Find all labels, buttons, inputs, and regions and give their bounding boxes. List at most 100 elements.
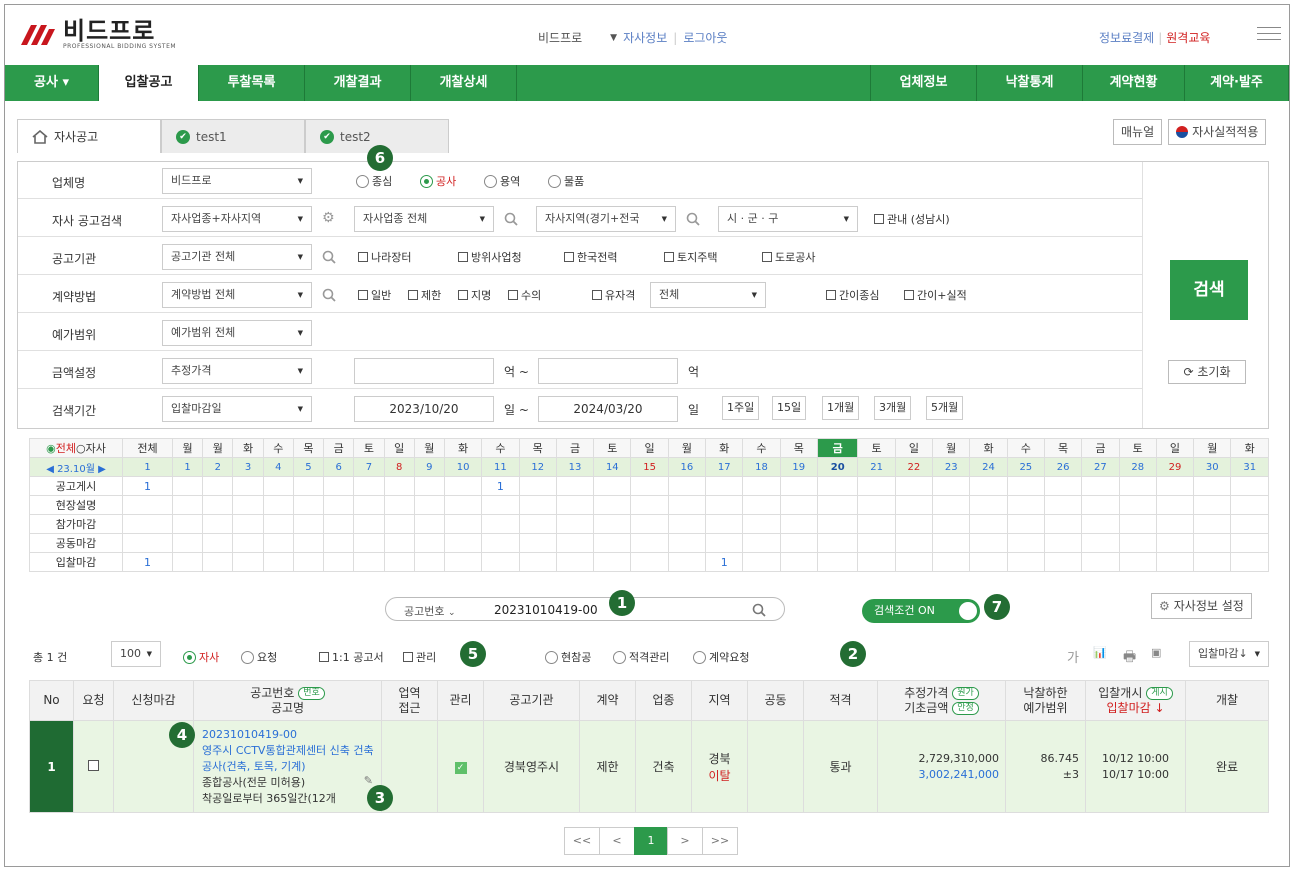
company-select[interactable]: 비드프로	[162, 168, 312, 194]
nav-contract-status[interactable]: 계약현황	[1083, 65, 1185, 101]
calendar-date-7[interactable]: 7	[353, 457, 385, 477]
checkbox-ex[interactable]: 도로공사	[762, 249, 815, 265]
calendar-cell[interactable]	[202, 533, 234, 553]
nav-open-result[interactable]: 개찰결과	[305, 65, 411, 101]
calendar-cell[interactable]	[232, 514, 264, 534]
calendar-cell[interactable]	[292, 476, 325, 496]
calendar-cell[interactable]	[1118, 476, 1157, 496]
calendar-cell[interactable]	[383, 533, 415, 553]
calendar-date-2[interactable]: 2	[202, 457, 234, 477]
quick-1month-button[interactable]: 1개월	[822, 396, 860, 420]
calendar-date-1[interactable]: 1	[171, 457, 204, 477]
calendar-cell[interactable]	[630, 514, 669, 534]
calendar-cell[interactable]	[518, 552, 557, 572]
calendar-cell[interactable]	[383, 495, 415, 515]
calendar-cell[interactable]	[262, 495, 294, 515]
calendar-cell[interactable]	[816, 514, 859, 534]
calendar-cell[interactable]	[857, 495, 896, 515]
calendar-cell[interactable]	[742, 476, 781, 496]
calendar-cell[interactable]	[518, 495, 557, 515]
calendar-date-9[interactable]: 9	[413, 457, 445, 477]
calendar-cell[interactable]	[413, 533, 445, 553]
request-checkbox[interactable]	[73, 720, 114, 813]
calendar-cell[interactable]	[292, 533, 325, 553]
last-page-button[interactable]: >>	[702, 827, 738, 855]
calendar-cell[interactable]	[262, 476, 294, 496]
radio-service[interactable]: 용역	[484, 173, 520, 189]
quick-3months-button[interactable]: 3개월	[874, 396, 912, 420]
calendar-cell[interactable]	[857, 552, 896, 572]
checkbox-simple-comprehensive[interactable]: 간이종심	[826, 287, 879, 303]
calendar-cell[interactable]	[593, 533, 632, 553]
calendar-date-14[interactable]: 14	[593, 457, 632, 477]
calendar-cell[interactable]	[1043, 476, 1083, 496]
calendar-total-count[interactable]: 1	[122, 457, 173, 477]
tab-own-notice[interactable]: 자사공고	[17, 119, 161, 153]
company-settings-button[interactable]: ⚙ 자사정보 설정	[1151, 593, 1252, 619]
checkbox-general[interactable]: 일반	[358, 287, 391, 303]
calendar-cell[interactable]	[1006, 476, 1045, 496]
calendar-date-20[interactable]: 20	[816, 457, 859, 477]
font-size-button[interactable]: 가	[1067, 647, 1079, 666]
calendar-cell[interactable]	[932, 514, 971, 534]
calendar-date-11[interactable]: 11	[481, 457, 520, 477]
notice-code-link[interactable]: 20231010419-00	[202, 727, 381, 743]
calendar-cell[interactable]	[202, 552, 234, 572]
range-select[interactable]: 예가범위 전체	[162, 320, 312, 346]
calendar-cell[interactable]	[262, 514, 294, 534]
calendar-date-10[interactable]: 10	[443, 457, 483, 477]
date-to-input[interactable]: 2024/03/20	[538, 396, 678, 422]
calendar-date-26[interactable]: 26	[1043, 457, 1083, 477]
logo[interactable]: 비드프로 PROFESSIONAL BIDDING SYSTEM	[17, 19, 176, 50]
calendar-cell[interactable]	[630, 533, 669, 553]
calendar-cell[interactable]	[742, 514, 781, 534]
calendar-date-3[interactable]: 3	[232, 457, 264, 477]
tab-test1[interactable]: ✔ test1	[161, 119, 305, 153]
page-1-button[interactable]: 1	[634, 827, 668, 855]
nav-construction-dropdown[interactable]: 공사 ▾	[5, 65, 99, 101]
calendar-cell[interactable]	[1006, 514, 1045, 534]
calendar-cell[interactable]	[816, 552, 859, 572]
calendar-date-29[interactable]: 29	[1155, 457, 1195, 477]
calendar-cell[interactable]	[353, 495, 385, 515]
calendar-cell[interactable]	[1118, 495, 1157, 515]
calendar-cell[interactable]	[481, 514, 520, 534]
quick-search-input[interactable]: 20231010419-00	[494, 603, 598, 617]
calendar-date-31[interactable]: 31	[1230, 457, 1269, 477]
calendar-cell[interactable]	[894, 552, 934, 572]
radio-own[interactable]: 자사	[183, 649, 219, 665]
calendar-cell[interactable]	[969, 514, 1008, 534]
calendar-cell[interactable]	[1081, 533, 1120, 553]
calendar-cell[interactable]	[1006, 533, 1045, 553]
search-icon[interactable]	[752, 603, 766, 617]
calendar-cell[interactable]	[171, 514, 204, 534]
checkbox-designated[interactable]: 지명	[458, 287, 491, 303]
result-link[interactable]: 완료	[1185, 720, 1269, 813]
prev-page-button[interactable]: <	[599, 827, 635, 855]
notice-title-link[interactable]: 영주시 CCTV통합관제센터 신축 건축공사(건축, 토목, 기계)	[202, 743, 381, 775]
company-dropdown-icon[interactable]: ▼	[610, 33, 617, 43]
calendar-cell[interactable]	[1081, 514, 1120, 534]
calendar-cell[interactable]	[894, 495, 934, 515]
calendar-cell[interactable]	[383, 476, 415, 496]
calendar-cell[interactable]	[1155, 533, 1195, 553]
calendar-cell[interactable]	[742, 552, 781, 572]
amount-min-input[interactable]	[354, 358, 494, 384]
calendar-cell[interactable]	[1193, 552, 1232, 572]
apply-results-button[interactable]: 자사실적적용	[1168, 119, 1267, 145]
calendar-cell[interactable]	[171, 476, 204, 496]
calendar-cell[interactable]	[232, 533, 264, 553]
calendar-cell[interactable]	[969, 476, 1008, 496]
calendar-cell[interactable]	[481, 552, 520, 572]
calendar-cell[interactable]	[593, 495, 632, 515]
calendar-date-30[interactable]: 30	[1193, 457, 1232, 477]
calendar-cell[interactable]	[292, 495, 325, 515]
checkbox-private[interactable]: 수의	[508, 287, 541, 303]
search-icon[interactable]	[504, 212, 518, 226]
chart-icon[interactable]: 📊	[1093, 646, 1107, 659]
search-icon[interactable]	[322, 250, 336, 264]
city-select[interactable]: 시 · 군 · 구	[718, 206, 858, 232]
calendar-cell[interactable]	[705, 514, 744, 534]
reset-button[interactable]: ⟳ 초기화	[1168, 360, 1246, 384]
checkbox-simple-performance[interactable]: 간이+실적	[904, 287, 967, 303]
